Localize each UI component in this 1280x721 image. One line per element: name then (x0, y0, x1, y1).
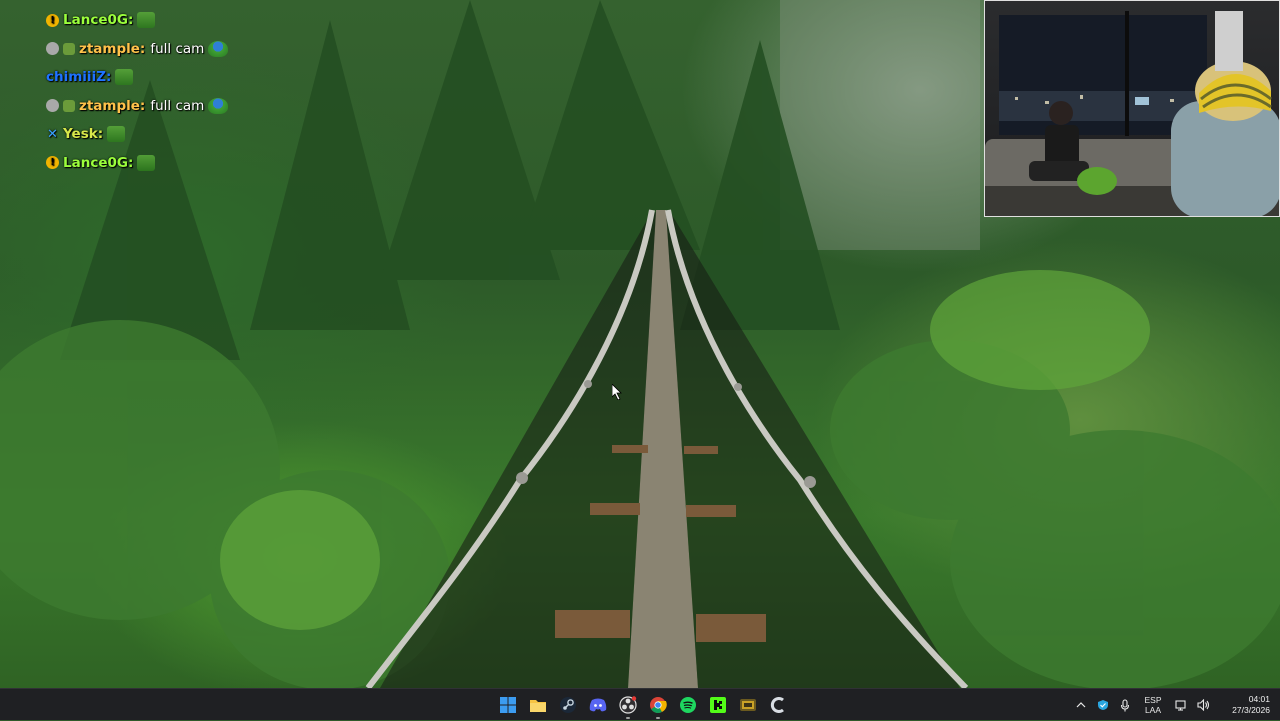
taskbar-apps (493, 689, 793, 721)
steam-button[interactable] (553, 690, 583, 720)
chat-username[interactable]: Yesk: (63, 126, 103, 142)
discord-icon (589, 698, 607, 712)
start-button[interactable] (493, 690, 523, 720)
spotify-icon (680, 697, 696, 713)
webcam-feed-icon (985, 11, 1279, 216)
volume-tray-button[interactable] (1192, 689, 1214, 721)
file-explorer-button[interactable] (523, 690, 553, 720)
discord-button[interactable] (583, 690, 613, 720)
obs-icon (619, 696, 637, 714)
security-tray-button[interactable] (1092, 689, 1114, 721)
language-code: ESP (1144, 695, 1162, 705)
network-icon (1174, 700, 1186, 711)
chat-username[interactable]: ztample: (79, 41, 145, 57)
c-app-icon (770, 697, 784, 713)
spotify-button[interactable] (673, 690, 703, 720)
pet-badge-icon (63, 42, 75, 55)
c-app-button[interactable] (763, 690, 793, 720)
show-hidden-icons-button[interactable] (1070, 689, 1092, 721)
game-icon (740, 699, 756, 711)
chat-text: full cam (150, 97, 205, 114)
stream-chat-overlay: ! Lance0G: ztample: full cam chimiiiZ: z… (46, 6, 229, 178)
microphone-tray-button[interactable] (1114, 689, 1136, 721)
turtle-emote-icon (208, 97, 229, 114)
chevron-up-icon (1076, 702, 1086, 708)
emote-icon (137, 154, 156, 171)
microphone-icon (1120, 698, 1130, 711)
clock-time: 04:01 (1248, 694, 1270, 704)
system-tray: ESP LAA 04:01 27/3/2026 (1070, 689, 1280, 721)
mouse-cursor-icon (612, 384, 622, 400)
subscriber-badge-icon (46, 99, 59, 113)
shield-icon (1098, 700, 1108, 710)
clock-date: 27/3/2026 (1232, 705, 1270, 715)
emote-icon (137, 12, 156, 29)
taskbar: ESP LAA 04:01 27/3/2026 (0, 688, 1280, 720)
chat-message: ztample: full cam (46, 35, 229, 64)
network-tray-button[interactable] (1170, 689, 1192, 721)
turtle-emote-icon (208, 40, 229, 57)
chat-username[interactable]: ztample: (79, 98, 145, 114)
chat-message: ! Lance0G: (46, 6, 228, 35)
chat-username[interactable]: Lance0G: (63, 12, 133, 28)
steam-icon (560, 697, 576, 713)
chat-username[interactable]: Lance0G: (63, 155, 133, 171)
emote-icon (115, 69, 134, 86)
chat-message: ! Lance0G: (46, 149, 228, 178)
chat-text: full cam (150, 40, 205, 57)
chat-message: ✕ Yesk: (46, 120, 228, 149)
chat-message: ztample: full cam (46, 92, 229, 121)
input-language-button[interactable]: ESP LAA (1136, 689, 1170, 721)
webcam-overlay (984, 0, 1280, 217)
emote-icon (107, 126, 126, 143)
keyboard-layout: LAA (1144, 705, 1162, 715)
clock-button[interactable]: 04:01 27/3/2026 (1214, 689, 1280, 721)
chrome-icon (650, 697, 667, 713)
obs-button[interactable] (613, 690, 643, 720)
folder-icon (530, 700, 546, 712)
kick-icon (710, 697, 726, 713)
kick-button[interactable] (703, 690, 733, 720)
windows-logo-icon (500, 697, 516, 713)
alert-badge-icon: ! (46, 13, 59, 27)
chat-username[interactable]: chimiiiZ: (46, 69, 111, 85)
game-button[interactable] (733, 690, 763, 720)
chrome-button[interactable] (643, 690, 673, 720)
pet-badge-icon (63, 99, 75, 112)
chat-message: chimiiiZ: (46, 63, 228, 92)
speaker-icon (1196, 699, 1209, 711)
subscriber-badge-icon (46, 42, 59, 56)
sword-badge-icon: ✕ (47, 126, 58, 142)
alert-badge-icon: ! (46, 156, 59, 170)
